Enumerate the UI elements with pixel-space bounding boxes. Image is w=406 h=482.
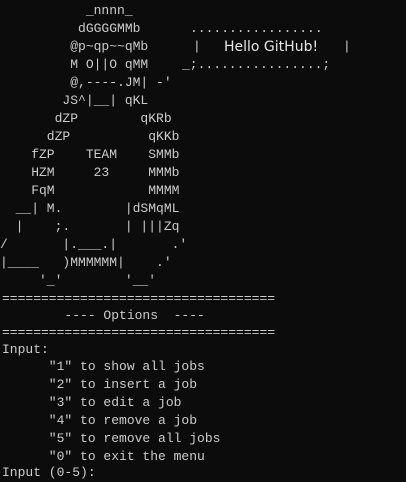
ascii-art-line: '_' '__' [0, 273, 157, 288]
input-prompt[interactable]: Input (0-5): [2, 464, 96, 482]
speech-bubble-bottom: _;................; [182, 57, 331, 72]
ascii-art-line: dZP qKKb [0, 129, 180, 144]
menu-option-edit: "3" to edit a job [2, 395, 182, 410]
ascii-art-line: @,----.JM| -' [0, 75, 172, 90]
menu-option-remove: "4" to remove a job [2, 413, 198, 428]
ascii-art-line: _nnnn_ [0, 3, 133, 18]
ascii-art-line: / |.___.| .' [0, 237, 188, 252]
ascii-art-line: | ;. | |||Zq [0, 219, 180, 234]
ascii-art-line: __| M. |dSMqML [0, 201, 180, 216]
menu-option-remove-all: "5" to remove all jobs [2, 431, 221, 446]
speech-bubble-top: ................. [190, 21, 323, 36]
menu-title: ---- Options ---- [2, 308, 205, 323]
terminal-window[interactable]: _nnnn_ dGGGGMMb @p~qp~~qMb M O||O qMM @,… [0, 0, 406, 480]
ascii-art-line: dZP qKRb [0, 111, 172, 126]
ascii-art-line: |____ )MMMMMM| .' [0, 255, 172, 270]
speech-bubble-message: Hello GitHub! [224, 39, 319, 55]
menu-option-show-all: "1" to show all jobs [2, 359, 205, 374]
ascii-art-line: M O||O qMM [0, 57, 149, 72]
ascii-art-line: fZP TEAM SMMb [0, 147, 180, 162]
speech-bubble-right-edge: | [343, 39, 351, 54]
ascii-art-line: HZM 23 MMMb [0, 165, 180, 180]
menu-separator-bottom: =================================== [2, 325, 276, 340]
menu-input-label: Input: [2, 342, 49, 357]
menu-separator-top: =================================== [2, 291, 276, 306]
ascii-art-line: @p~qp~~qMb [0, 39, 149, 54]
menu-option-insert: "2" to insert a job [2, 377, 198, 392]
ascii-art-line: FqM MMMM [0, 183, 180, 198]
ascii-art-line: dGGGGMMb [0, 21, 141, 36]
speech-bubble-left-edge: | [193, 39, 201, 54]
ascii-art-line: JS^|__| qKL [0, 93, 149, 108]
